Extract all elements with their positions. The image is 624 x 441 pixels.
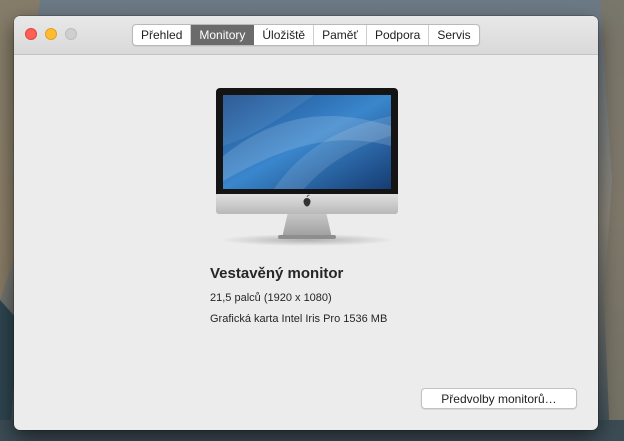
tab-service[interactable]: Servis [429,25,478,45]
display-preferences-button[interactable]: Předvolby monitorů… [421,388,577,409]
tab-bar: Přehled Monitory Úložiště Paměť Podpora … [132,24,480,46]
close-button[interactable] [25,28,37,40]
tab-displays[interactable]: Monitory [191,25,255,45]
display-name: Vestavěný monitor [210,265,344,282]
tab-support[interactable]: Podpora [367,25,430,45]
title-bar[interactable]: Přehled Monitory Úložiště Paměť Podpora … [14,16,598,55]
tab-storage[interactable]: Úložiště [254,25,315,45]
display-size-resolution: 21,5 palců (1920 x 1080) [210,292,332,304]
tab-overview[interactable]: Přehled [133,25,192,45]
about-this-mac-window: Přehled Monitory Úložiště Paměť Podpora … [14,16,598,430]
imac-monitor-icon [214,86,400,248]
zoom-button [65,28,77,40]
minimize-button[interactable] [45,28,57,40]
graphics-card-info: Grafická karta Intel Iris Pro 1536 MB [210,313,388,325]
tab-memory[interactable]: Paměť [314,25,367,45]
